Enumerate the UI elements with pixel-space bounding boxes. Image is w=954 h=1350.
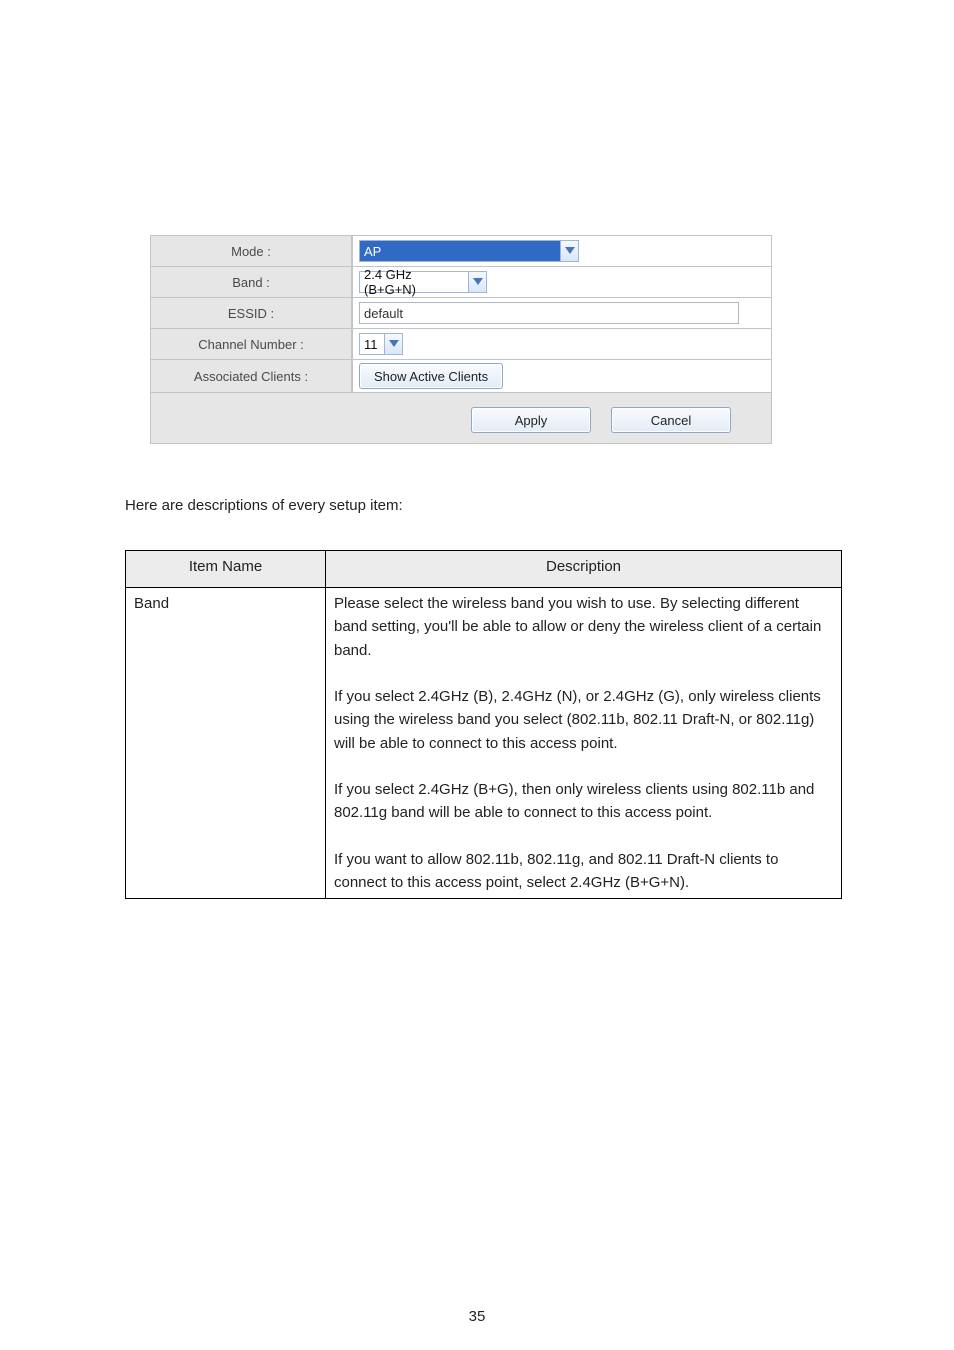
label-mode: Mode :: [151, 236, 353, 266]
label-essid: ESSID :: [151, 298, 353, 328]
param-cell: Band: [126, 588, 326, 899]
chevron-down-icon: [469, 271, 487, 293]
table-row: BandPlease select the wireless band you …: [126, 588, 842, 899]
table-header-row: Item Name Description: [126, 551, 842, 588]
select-channel-value: 11: [359, 333, 385, 355]
select-mode-value: AP: [359, 240, 561, 262]
apply-button[interactable]: Apply: [471, 407, 591, 433]
header-description: Description: [326, 551, 842, 588]
page-number: 35: [0, 1308, 954, 1325]
select-mode[interactable]: AP: [359, 240, 579, 262]
intro-text: Here are descriptions of every setup ite…: [125, 495, 790, 517]
description-table: Item Name Description BandPlease select …: [125, 550, 842, 899]
label-band: Band :: [151, 267, 353, 297]
select-band-value: 2.4 GHz (B+G+N): [359, 271, 469, 293]
show-active-clients-button[interactable]: Show Active Clients: [359, 363, 503, 389]
essid-input[interactable]: [359, 302, 739, 324]
row-assoc: Associated Clients : Show Active Clients: [151, 360, 771, 393]
button-bar: Apply Cancel: [151, 393, 771, 443]
select-band[interactable]: 2.4 GHz (B+G+N): [359, 271, 487, 293]
label-assoc: Associated Clients :: [151, 360, 353, 392]
select-channel[interactable]: 11: [359, 333, 403, 355]
desc-cell: Please select the wireless band you wish…: [326, 588, 842, 899]
row-channel: Channel Number : 11: [151, 329, 771, 360]
row-band: Band : 2.4 GHz (B+G+N): [151, 267, 771, 298]
row-mode: Mode : AP: [151, 236, 771, 267]
label-channel: Channel Number :: [151, 329, 353, 359]
chevron-down-icon: [561, 240, 579, 262]
row-essid: ESSID :: [151, 298, 771, 329]
header-item-name: Item Name: [126, 551, 326, 588]
cancel-button[interactable]: Cancel: [611, 407, 731, 433]
chevron-down-icon: [385, 333, 403, 355]
config-panel: Mode : AP Band : 2.4 GHz (B+G+N): [150, 235, 772, 444]
